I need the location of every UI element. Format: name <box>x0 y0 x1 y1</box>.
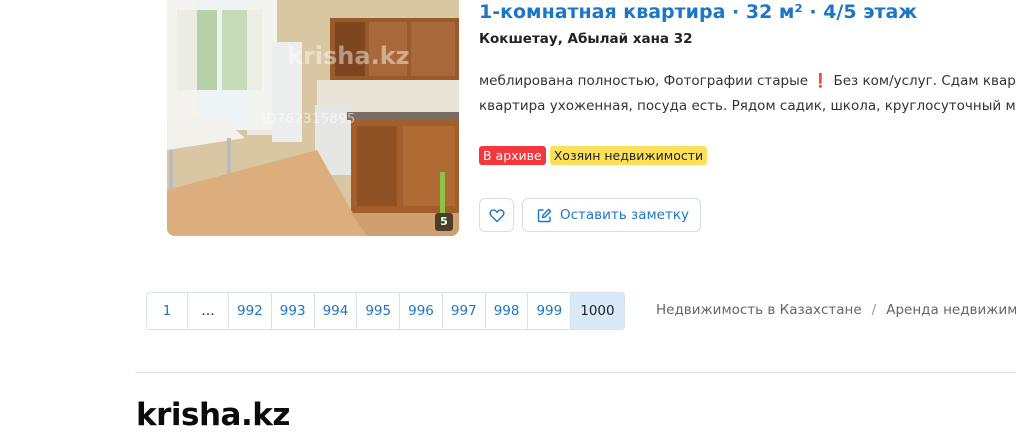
edit-note-icon <box>537 208 552 222</box>
breadcrumb-item-rent[interactable]: Аренда недвижимост <box>886 302 1016 318</box>
add-note-label: Оставить заметку <box>560 207 689 223</box>
listing-badges: В архиве Хозяин недвижимости <box>479 146 708 165</box>
page-link-998[interactable]: 998 <box>486 293 529 329</box>
listing-description: меблирована полностью, Фотографии старые… <box>479 69 1016 119</box>
page-link-996[interactable]: 996 <box>400 293 443 329</box>
page-link-997[interactable]: 997 <box>443 293 486 329</box>
footer-divider <box>135 372 1016 373</box>
pagination: 1 … 992 993 994 995 996 997 998 999 1000 <box>146 292 625 330</box>
archive-badge: В архиве <box>479 146 546 165</box>
page-link-995[interactable]: 995 <box>357 293 401 329</box>
page-link-994[interactable]: 994 <box>315 293 358 329</box>
listing-actions: Оставить заметку <box>479 198 701 232</box>
breadcrumb-separator: / <box>871 302 877 318</box>
page-link-1[interactable]: 1 <box>147 293 188 329</box>
footer-logo[interactable]: krisha.kz <box>136 397 290 433</box>
add-note-button[interactable]: Оставить заметку <box>522 198 701 232</box>
owner-badge: Хозяин недвижимости <box>549 146 708 165</box>
page-link-992[interactable]: 992 <box>229 293 272 329</box>
photo-count-badge: 5 <box>435 213 453 231</box>
listing-photo[interactable]: krisha.kz ID762315895 5 <box>167 0 459 236</box>
listing-address: Кокшетау, Абылай хана 32 <box>479 31 693 47</box>
breadcrumb-item-real-estate[interactable]: Недвижимость в Казахстане <box>656 302 862 318</box>
heart-icon <box>488 208 505 222</box>
breadcrumb: Недвижимость в Казахстане / Аренда недви… <box>656 302 1016 318</box>
description-line: квартира ухоженная, посуда есть. Рядом с… <box>479 98 1016 114</box>
page-link-999[interactable]: 999 <box>528 293 572 329</box>
listing-card: krisha.kz ID762315895 5 1-комнатная квар… <box>0 0 1016 240</box>
description-line: меблирована полностью, Фотографии старые… <box>479 73 1016 89</box>
photo-watermark-id: ID762315895 <box>262 112 356 127</box>
page-link-993[interactable]: 993 <box>272 293 315 329</box>
favorite-button[interactable] <box>479 198 514 232</box>
page-current: 1000 <box>571 293 624 329</box>
page-ellipsis: … <box>188 293 229 329</box>
photo-watermark-logo: krisha.kz <box>287 42 410 70</box>
listing-title[interactable]: 1-комнатная квартира · 32 м² · 4/5 этаж <box>479 0 917 24</box>
